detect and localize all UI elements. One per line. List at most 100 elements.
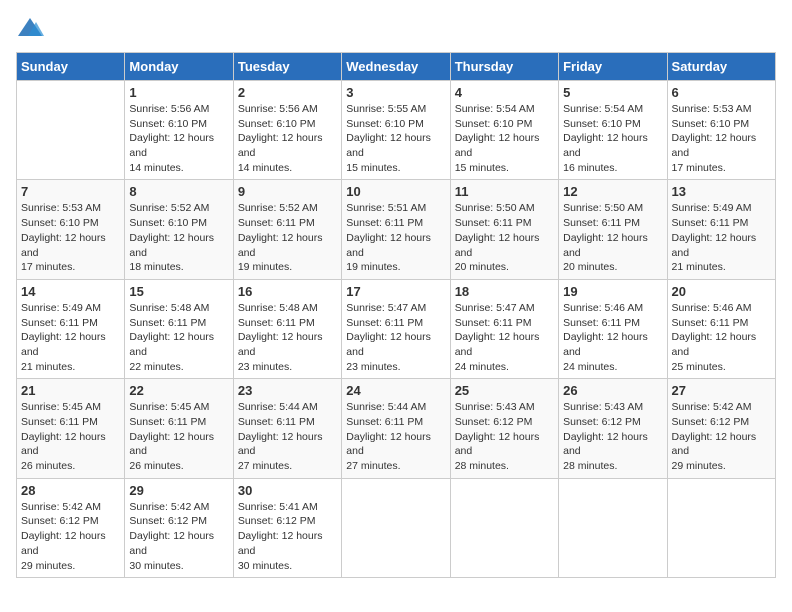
day-info: Sunrise: 5:43 AMSunset: 6:12 PMDaylight:… (563, 400, 662, 473)
day-number: 26 (563, 383, 662, 398)
logo-icon (16, 16, 44, 44)
calendar-cell: 13 Sunrise: 5:49 AMSunset: 6:11 PMDayligh… (667, 180, 775, 279)
day-number: 9 (238, 184, 337, 199)
day-number: 19 (563, 284, 662, 299)
calendar-cell (342, 478, 450, 577)
day-number: 21 (21, 383, 120, 398)
day-number: 5 (563, 85, 662, 100)
day-number: 27 (672, 383, 771, 398)
weekday-header: Sunday (17, 53, 125, 81)
weekday-header: Wednesday (342, 53, 450, 81)
day-info: Sunrise: 5:45 AMSunset: 6:11 PMDaylight:… (129, 400, 228, 473)
calendar-cell: 14 Sunrise: 5:49 AMSunset: 6:11 PMDayligh… (17, 279, 125, 378)
day-info: Sunrise: 5:55 AMSunset: 6:10 PMDaylight:… (346, 102, 445, 175)
day-info: Sunrise: 5:42 AMSunset: 6:12 PMDaylight:… (129, 500, 228, 573)
day-info: Sunrise: 5:48 AMSunset: 6:11 PMDaylight:… (129, 301, 228, 374)
calendar-cell: 5 Sunrise: 5:54 AMSunset: 6:10 PMDaylight… (559, 81, 667, 180)
calendar-week-row: 7Sunrise: 5:53 AMSunset: 6:10 PMDaylight… (17, 180, 776, 279)
day-info: Sunrise: 5:51 AMSunset: 6:11 PMDaylight:… (346, 201, 445, 274)
calendar-cell: 10 Sunrise: 5:51 AMSunset: 6:11 PMDayligh… (342, 180, 450, 279)
calendar-cell: 12Sunrise: 5:50 AMSunset: 6:11 PMDayligh… (559, 180, 667, 279)
calendar-cell: 30Sunrise: 5:41 AMSunset: 6:12 PMDayligh… (233, 478, 341, 577)
calendar-week-row: 21 Sunrise: 5:45 AMSunset: 6:11 PMDayligh… (17, 379, 776, 478)
day-number: 15 (129, 284, 228, 299)
day-info: Sunrise: 5:50 AMSunset: 6:11 PMDaylight:… (455, 201, 554, 274)
calendar-cell: 15 Sunrise: 5:48 AMSunset: 6:11 PMDayligh… (125, 279, 233, 378)
calendar-table: SundayMondayTuesdayWednesdayThursdayFrid… (16, 52, 776, 578)
calendar-cell: 16 Sunrise: 5:48 AMSunset: 6:11 PMDayligh… (233, 279, 341, 378)
calendar-cell: 23 Sunrise: 5:44 AMSunset: 6:11 PMDayligh… (233, 379, 341, 478)
calendar-cell: 22 Sunrise: 5:45 AMSunset: 6:11 PMDayligh… (125, 379, 233, 478)
day-info: Sunrise: 5:54 AMSunset: 6:10 PMDaylight:… (455, 102, 554, 175)
day-info: Sunrise: 5:41 AMSunset: 6:12 PMDaylight:… (238, 500, 337, 573)
weekday-header: Friday (559, 53, 667, 81)
day-number: 8 (129, 184, 228, 199)
day-info: Sunrise: 5:47 AMSunset: 6:11 PMDaylight:… (346, 301, 445, 374)
day-info: Sunrise: 5:42 AMSunset: 6:12 PMDaylight:… (21, 500, 120, 573)
weekday-header: Saturday (667, 53, 775, 81)
day-info: Sunrise: 5:54 AMSunset: 6:10 PMDaylight:… (563, 102, 662, 175)
day-number: 18 (455, 284, 554, 299)
calendar-cell: 27 Sunrise: 5:42 AMSunset: 6:12 PMDayligh… (667, 379, 775, 478)
calendar-cell: 29Sunrise: 5:42 AMSunset: 6:12 PMDayligh… (125, 478, 233, 577)
day-info: Sunrise: 5:44 AMSunset: 6:11 PMDaylight:… (346, 400, 445, 473)
day-number: 14 (21, 284, 120, 299)
day-info: Sunrise: 5:49 AMSunset: 6:11 PMDaylight:… (21, 301, 120, 374)
calendar-cell: 11 Sunrise: 5:50 AMSunset: 6:11 PMDayligh… (450, 180, 558, 279)
day-info: Sunrise: 5:56 AMSunset: 6:10 PMDaylight:… (129, 102, 228, 175)
day-number: 20 (672, 284, 771, 299)
calendar-cell: 7Sunrise: 5:53 AMSunset: 6:10 PMDaylight… (17, 180, 125, 279)
day-info: Sunrise: 5:52 AMSunset: 6:10 PMDaylight:… (129, 201, 228, 274)
calendar-cell (667, 478, 775, 577)
calendar-week-row: 14 Sunrise: 5:49 AMSunset: 6:11 PMDayligh… (17, 279, 776, 378)
calendar-cell: 21 Sunrise: 5:45 AMSunset: 6:11 PMDayligh… (17, 379, 125, 478)
day-number: 24 (346, 383, 445, 398)
day-info: Sunrise: 5:56 AMSunset: 6:10 PMDaylight:… (238, 102, 337, 175)
day-number: 2 (238, 85, 337, 100)
day-info: Sunrise: 5:53 AMSunset: 6:10 PMDaylight:… (21, 201, 120, 274)
calendar-week-row: 28 Sunrise: 5:42 AMSunset: 6:12 PMDayligh… (17, 478, 776, 577)
day-info: Sunrise: 5:46 AMSunset: 6:11 PMDaylight:… (563, 301, 662, 374)
weekday-header: Thursday (450, 53, 558, 81)
day-number: 22 (129, 383, 228, 398)
logo (16, 16, 48, 44)
calendar-cell (450, 478, 558, 577)
day-number: 11 (455, 184, 554, 199)
day-number: 6 (672, 85, 771, 100)
calendar-cell: 2 Sunrise: 5:56 AMSunset: 6:10 PMDaylight… (233, 81, 341, 180)
calendar-cell: 28 Sunrise: 5:42 AMSunset: 6:12 PMDayligh… (17, 478, 125, 577)
calendar-cell: 6 Sunrise: 5:53 AMSunset: 6:10 PMDaylight… (667, 81, 775, 180)
calendar-cell: 17 Sunrise: 5:47 AMSunset: 6:11 PMDayligh… (342, 279, 450, 378)
day-number: 17 (346, 284, 445, 299)
weekday-header: Monday (125, 53, 233, 81)
day-info: Sunrise: 5:42 AMSunset: 6:12 PMDaylight:… (672, 400, 771, 473)
day-info: Sunrise: 5:43 AMSunset: 6:12 PMDaylight:… (455, 400, 554, 473)
day-info: Sunrise: 5:52 AMSunset: 6:11 PMDaylight:… (238, 201, 337, 274)
day-number: 3 (346, 85, 445, 100)
page-header (16, 16, 776, 44)
calendar-cell: 8 Sunrise: 5:52 AMSunset: 6:10 PMDaylight… (125, 180, 233, 279)
day-info: Sunrise: 5:45 AMSunset: 6:11 PMDaylight:… (21, 400, 120, 473)
day-info: Sunrise: 5:44 AMSunset: 6:11 PMDaylight:… (238, 400, 337, 473)
day-number: 10 (346, 184, 445, 199)
calendar-cell: 24 Sunrise: 5:44 AMSunset: 6:11 PMDayligh… (342, 379, 450, 478)
day-info: Sunrise: 5:50 AMSunset: 6:11 PMDaylight:… (563, 201, 662, 274)
calendar-cell: 25Sunrise: 5:43 AMSunset: 6:12 PMDayligh… (450, 379, 558, 478)
calendar-cell (17, 81, 125, 180)
day-info: Sunrise: 5:49 AMSunset: 6:11 PMDaylight:… (672, 201, 771, 274)
day-number: 13 (672, 184, 771, 199)
calendar-cell: 4 Sunrise: 5:54 AMSunset: 6:10 PMDaylight… (450, 81, 558, 180)
calendar-cell: 19 Sunrise: 5:46 AMSunset: 6:11 PMDayligh… (559, 279, 667, 378)
day-info: Sunrise: 5:53 AMSunset: 6:10 PMDaylight:… (672, 102, 771, 175)
day-number: 16 (238, 284, 337, 299)
day-info: Sunrise: 5:46 AMSunset: 6:11 PMDaylight:… (672, 301, 771, 374)
day-number: 23 (238, 383, 337, 398)
calendar-cell: 26 Sunrise: 5:43 AMSunset: 6:12 PMDayligh… (559, 379, 667, 478)
weekday-header: Tuesday (233, 53, 341, 81)
day-number: 28 (21, 483, 120, 498)
day-number: 4 (455, 85, 554, 100)
calendar-cell: 3 Sunrise: 5:55 AMSunset: 6:10 PMDaylight… (342, 81, 450, 180)
day-info: Sunrise: 5:48 AMSunset: 6:11 PMDaylight:… (238, 301, 337, 374)
calendar-cell: 20 Sunrise: 5:46 AMSunset: 6:11 PMDayligh… (667, 279, 775, 378)
day-info: Sunrise: 5:47 AMSunset: 6:11 PMDaylight:… (455, 301, 554, 374)
